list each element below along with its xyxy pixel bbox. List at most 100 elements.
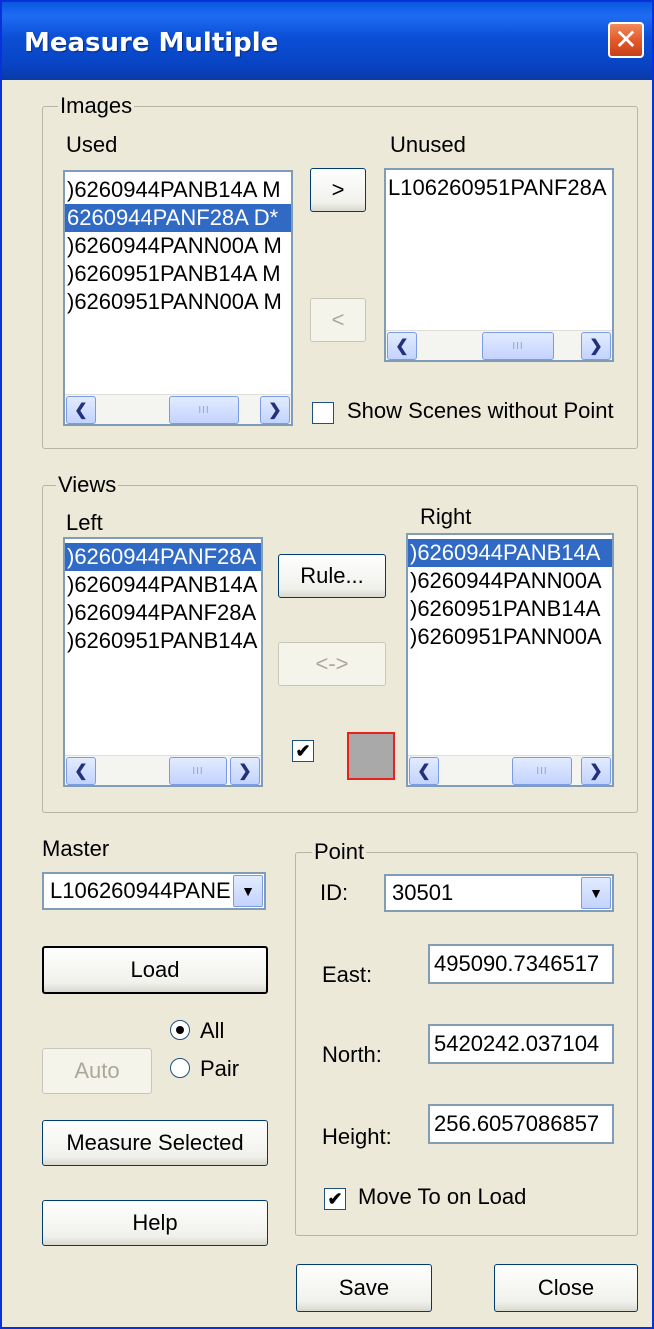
list-item[interactable]: )6260944PANB14A xyxy=(65,571,261,599)
window-title: Measure Multiple xyxy=(24,28,279,58)
list-item[interactable]: )6260944PANB14A M xyxy=(65,176,291,204)
measure-multiple-dialog: Measure Multiple ✕ Images Used Unused )6… xyxy=(0,0,654,1329)
left-view-listbox[interactable]: )6260944PANF28A )6260944PANB14A )6260944… xyxy=(63,537,263,787)
chevron-right-icon: ❯ xyxy=(238,763,252,780)
list-item[interactable]: L106260951PANF28A xyxy=(386,174,612,202)
list-item[interactable]: )6260944PANB14A xyxy=(408,539,612,567)
scroll-left-button[interactable]: ❮ xyxy=(409,757,439,785)
color-swatch[interactable] xyxy=(347,732,395,780)
scroll-left-button[interactable]: ❮ xyxy=(387,332,417,360)
grip-icon: III xyxy=(536,765,548,777)
color-enable-checkbox[interactable]: ✔ xyxy=(292,740,314,762)
scroll-thumb[interactable]: III xyxy=(169,757,227,785)
grip-icon: III xyxy=(512,340,524,352)
point-group-label: Point xyxy=(312,839,367,865)
save-button[interactable]: Save xyxy=(296,1264,432,1312)
left-view-list: )6260944PANF28A )6260944PANB14A )6260944… xyxy=(65,543,261,655)
right-view-label: Right xyxy=(420,504,472,529)
show-scenes-checkbox[interactable] xyxy=(312,402,334,424)
east-field[interactable]: 495090.7346517 xyxy=(428,944,614,984)
show-scenes-label: Show Scenes without Point xyxy=(347,398,614,423)
id-label: ID: xyxy=(320,880,349,905)
unused-horizontal-scrollbar[interactable]: ❮ III ❯ xyxy=(386,330,612,360)
scroll-thumb[interactable]: III xyxy=(482,332,554,360)
used-horizontal-scrollbar[interactable]: ❮ III ❯ xyxy=(65,394,291,424)
chevron-left-icon: ❮ xyxy=(395,338,409,355)
move-to-on-load-checkbox[interactable]: ✔ xyxy=(324,1188,346,1210)
unused-images-listbox[interactable]: L106260951PANF28A ❮ III ❯ xyxy=(384,168,614,362)
chevron-right-icon: ❯ xyxy=(589,763,603,780)
unused-images-list: L106260951PANF28A xyxy=(386,174,612,202)
checkmark-icon: ✔ xyxy=(295,741,311,761)
list-item[interactable]: )6260944PANN00A M xyxy=(65,232,291,260)
grip-icon: III xyxy=(192,765,204,777)
used-images-list: )6260944PANB14A M 6260944PANF28A D* )626… xyxy=(65,176,291,316)
unused-label: Unused xyxy=(390,132,466,157)
pair-radio[interactable] xyxy=(170,1058,190,1078)
list-item[interactable]: )6260944PANF28A xyxy=(65,599,261,627)
master-value: L106260944PANE xyxy=(50,878,230,903)
list-item[interactable]: )6260951PANB14A xyxy=(408,595,612,623)
chevron-left-icon: ❮ xyxy=(417,763,431,780)
right-horizontal-scrollbar[interactable]: ❮ III ❯ xyxy=(408,755,612,785)
help-button[interactable]: Help xyxy=(42,1200,268,1246)
move-to-on-load-label: Move To on Load xyxy=(358,1184,527,1209)
list-item[interactable]: 6260944PANF28A D* xyxy=(65,204,291,232)
views-group-label: Views xyxy=(56,472,119,498)
left-view-label: Left xyxy=(66,510,103,535)
left-horizontal-scrollbar[interactable]: ❮ III ❯ xyxy=(65,755,261,785)
height-field[interactable]: 256.6057086857 xyxy=(428,1104,614,1144)
dropdown-arrow-button[interactable]: ▼ xyxy=(233,875,263,907)
chevron-left-icon: ❮ xyxy=(74,763,88,780)
north-label: North: xyxy=(322,1042,382,1067)
close-icon: ✕ xyxy=(614,23,638,56)
checkmark-icon: ✔ xyxy=(327,1189,343,1209)
chevron-left-icon: ❮ xyxy=(74,402,88,419)
scroll-right-button[interactable]: ❯ xyxy=(230,757,260,785)
scroll-right-button[interactable]: ❯ xyxy=(581,757,611,785)
scroll-thumb[interactable]: III xyxy=(169,396,239,424)
rule-button[interactable]: Rule... xyxy=(278,554,386,598)
scroll-right-button[interactable]: ❯ xyxy=(581,332,611,360)
list-item[interactable]: )6260951PANN00A xyxy=(408,623,612,651)
list-item[interactable]: )6260944PANF28A xyxy=(65,543,261,571)
all-radio-label: All xyxy=(200,1018,225,1043)
height-label: Height: xyxy=(322,1124,392,1149)
title-bar[interactable]: Measure Multiple ✕ xyxy=(2,2,652,80)
scroll-right-button[interactable]: ❯ xyxy=(260,396,290,424)
used-label: Used xyxy=(66,132,118,157)
east-label: East: xyxy=(322,962,373,987)
used-images-listbox[interactable]: )6260944PANB14A M 6260944PANF28A D* )626… xyxy=(63,170,293,426)
master-label: Master xyxy=(42,836,110,861)
point-id-value: 30501 xyxy=(392,880,454,905)
auto-button[interactable]: Auto xyxy=(42,1048,152,1094)
images-group-label: Images xyxy=(58,93,135,119)
grip-icon: III xyxy=(198,404,210,416)
point-id-dropdown[interactable]: 30501 ▼ xyxy=(384,874,614,912)
swap-views-button[interactable]: <-> xyxy=(278,642,386,686)
chevron-right-icon: ❯ xyxy=(589,338,603,355)
scroll-thumb[interactable]: III xyxy=(512,757,572,785)
measure-selected-button[interactable]: Measure Selected xyxy=(42,1120,268,1166)
close-window-button[interactable]: ✕ xyxy=(608,22,644,58)
list-item[interactable]: )6260951PANB14A xyxy=(65,627,261,655)
chevron-down-icon: ▼ xyxy=(589,885,603,901)
right-view-listbox[interactable]: )6260944PANB14A )6260944PANN00A )6260951… xyxy=(406,533,614,787)
list-item[interactable]: )6260951PANN00A M xyxy=(65,288,291,316)
dropdown-arrow-button[interactable]: ▼ xyxy=(581,877,611,909)
move-to-unused-button[interactable]: > xyxy=(310,168,366,212)
list-item[interactable]: )6260944PANN00A xyxy=(408,567,612,595)
close-button[interactable]: Close xyxy=(494,1264,638,1312)
pair-radio-label: Pair xyxy=(200,1056,240,1081)
master-dropdown[interactable]: L106260944PANE ▼ xyxy=(42,872,266,910)
north-field[interactable]: 5420242.037104 xyxy=(428,1024,614,1064)
scroll-left-button[interactable]: ❮ xyxy=(66,757,96,785)
chevron-down-icon: ▼ xyxy=(241,883,255,899)
right-view-list: )6260944PANB14A )6260944PANN00A )6260951… xyxy=(408,539,612,651)
load-button[interactable]: Load xyxy=(42,946,268,994)
all-radio[interactable] xyxy=(170,1020,190,1040)
move-to-used-button[interactable]: < xyxy=(310,298,366,342)
scroll-left-button[interactable]: ❮ xyxy=(66,396,96,424)
chevron-right-icon: ❯ xyxy=(268,402,282,419)
list-item[interactable]: )6260951PANB14A M xyxy=(65,260,291,288)
